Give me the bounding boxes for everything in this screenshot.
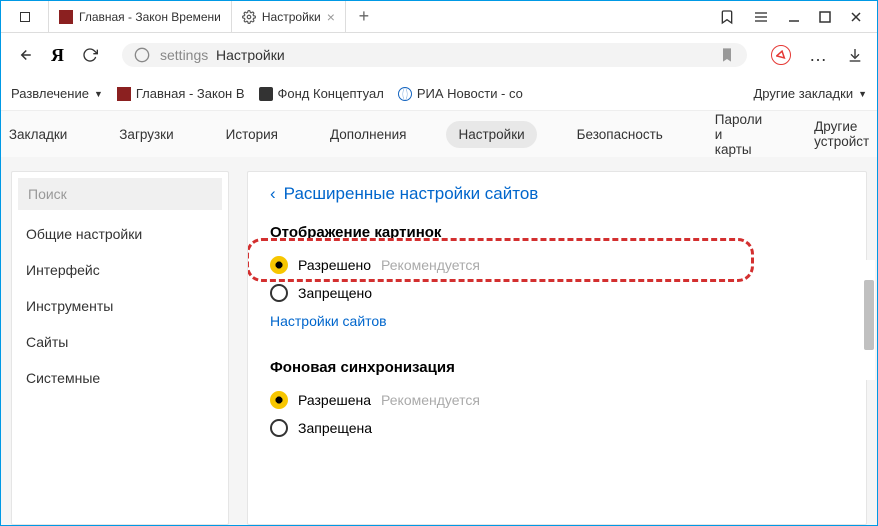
nav-tab[interactable]: Другие устройст — [802, 113, 878, 155]
radio-icon — [270, 256, 288, 274]
settings-sidebar: Поиск Общие настройки Интерфейс Инструме… — [11, 171, 229, 525]
nav-tab[interactable]: История — [214, 121, 290, 148]
bookmark-ribbon-icon[interactable] — [719, 9, 735, 25]
site-settings-link[interactable]: Настройки сайтов — [270, 307, 844, 347]
radio-option-denied[interactable]: Запрещена — [270, 414, 844, 442]
maximize-icon[interactable] — [819, 11, 831, 23]
browser-tab[interactable]: Главная - Закон Времени — [49, 1, 232, 32]
protect-icon[interactable] — [771, 45, 791, 65]
radio-option-allowed[interactable]: Разрешено Рекомендуется — [270, 251, 844, 279]
downloads-icon[interactable] — [847, 47, 863, 63]
back-link[interactable]: ‹ Расширенные настройки сайтов — [270, 184, 844, 204]
nav-tab[interactable]: Дополнения — [318, 121, 418, 148]
recommended-hint: Рекомендуется — [381, 392, 480, 408]
yandex-logo-icon[interactable]: Я — [51, 45, 64, 66]
back-button[interactable] — [15, 46, 33, 64]
titlebar: Главная - Закон Времени Настройки × + — [1, 1, 877, 33]
bookmark-item[interactable]: Фонд Концептуал — [259, 86, 384, 101]
settings-main: ‹ Расширенные настройки сайтов Отображен… — [247, 171, 867, 525]
favicon-icon — [59, 10, 73, 24]
sidebar-item-tools[interactable]: Инструменты — [12, 288, 228, 324]
other-bookmarks[interactable]: Другие закладки ▼ — [753, 86, 867, 101]
tab-label: Главная - Закон Времени — [79, 10, 221, 24]
sidebar-item-interface[interactable]: Интерфейс — [12, 252, 228, 288]
sidebar-item-system[interactable]: Системные — [12, 360, 228, 396]
sidebar-item-general[interactable]: Общие настройки — [12, 216, 228, 252]
search-input[interactable]: Поиск — [18, 178, 222, 210]
panel-toggle-icon[interactable] — [1, 1, 49, 32]
bookmark-item[interactable]: РИА Новости - со — [398, 86, 523, 101]
radio-icon — [270, 419, 288, 437]
radio-option-denied[interactable]: Запрещено — [270, 279, 844, 307]
chevron-left-icon: ‹ — [270, 184, 276, 204]
close-tab-icon[interactable]: × — [327, 9, 335, 25]
settings-tabs: Закладки Загрузки История Дополнения Нас… — [1, 111, 877, 157]
reload-button[interactable] — [82, 47, 98, 63]
bookmark-item[interactable]: Развлечение ▼ — [11, 86, 103, 101]
radio-option-allowed[interactable]: Разрешена Рекомендуется — [270, 386, 844, 414]
section-title-images: Отображение картинок — [270, 224, 844, 241]
bookmark-item[interactable]: Главная - Закон В — [117, 86, 245, 101]
bookmark-icon[interactable] — [719, 47, 735, 63]
address-text: settings Настройки — [160, 47, 285, 63]
radio-icon — [270, 391, 288, 409]
scrollbar-thumb[interactable] — [864, 280, 874, 350]
nav-tab[interactable]: Загрузки — [107, 121, 185, 148]
more-icon[interactable]: … — [809, 45, 829, 66]
section-title-sync: Фоновая синхронизация — [270, 359, 844, 376]
browser-tab-active[interactable]: Настройки × — [232, 1, 346, 32]
content-area: Поиск Общие настройки Интерфейс Инструме… — [1, 157, 877, 525]
address-field[interactable]: settings Настройки — [122, 43, 747, 67]
recommended-hint: Рекомендуется — [381, 257, 480, 273]
sidebar-item-sites[interactable]: Сайты — [12, 324, 228, 360]
minimize-icon[interactable] — [787, 10, 801, 24]
new-tab-button[interactable]: + — [346, 1, 382, 32]
close-window-icon[interactable] — [849, 10, 863, 24]
radio-icon — [270, 284, 288, 302]
nav-tab[interactable]: Закладки — [0, 121, 79, 148]
site-info-icon[interactable] — [134, 47, 150, 63]
scrollbar[interactable] — [863, 260, 875, 380]
settings-icon — [242, 10, 256, 24]
nav-tab-active[interactable]: Настройки — [446, 121, 536, 148]
addressbar: Я settings Настройки … — [1, 33, 877, 77]
menu-icon[interactable] — [753, 9, 769, 25]
tab-label: Настройки — [262, 10, 321, 24]
nav-tab[interactable]: Пароли и карты — [703, 106, 774, 163]
nav-tab[interactable]: Безопасность — [565, 121, 675, 148]
